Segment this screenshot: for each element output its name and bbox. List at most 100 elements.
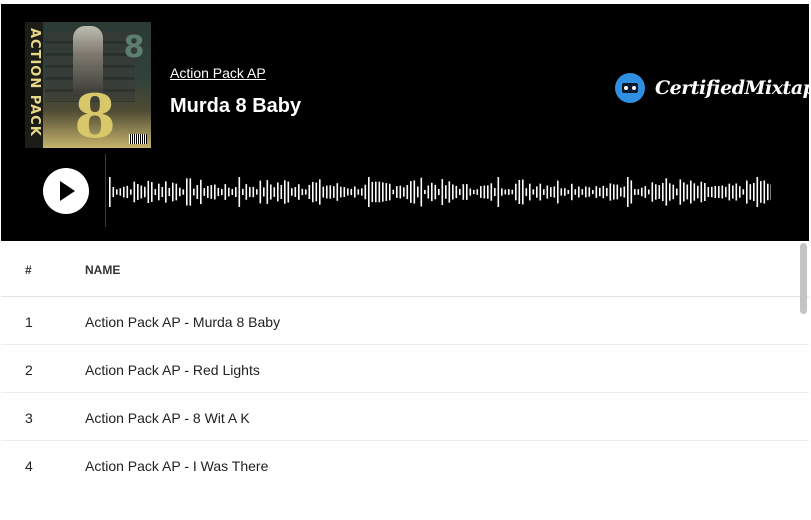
waveform-bar [515,183,517,201]
track-name: Action Pack AP - 8 Wit A K [85,410,250,426]
album-cover[interactable]: ACTION PACK 8 8 [25,22,151,148]
waveform-bar [466,184,468,200]
waveform-bar [522,179,524,205]
waveform-bar [364,184,367,200]
waveform-bar [707,187,710,197]
waveform-bar [175,183,178,201]
waveform-bar [207,186,209,198]
waveform-bar [613,184,615,200]
track-name: Action Pack AP - Murda 8 Baby [85,314,281,330]
waveform-bar [690,180,692,204]
waveform-bar [448,181,451,203]
waveform-bar [574,189,577,195]
waveform-bar [203,188,206,196]
waveform-bar [319,179,321,205]
waveform-bar [322,186,325,198]
waveform-bar [634,189,636,195]
waveform-bar [497,177,500,207]
waveform-bar [560,188,563,196]
tracklist-header: # NAME [1,241,809,297]
waveform-bar [476,189,479,195]
table-row[interactable]: 3 Action Pack AP - 8 Wit A K [1,393,809,441]
waveform-bar [231,188,234,195]
waveform-bar [711,186,713,198]
waveform-bar [543,189,545,195]
waveform-bar [151,182,153,202]
cover-number-mark: 8 [123,30,145,65]
waveform-bar [329,185,332,199]
waveform-bar [126,185,129,199]
waveform-bar [350,188,353,196]
track-number: 4 [25,458,33,474]
cassette-logo-icon [615,73,645,103]
waveform-bar [140,185,143,199]
track-name: Action Pack AP - I Was There [85,458,269,474]
waveform-bar [504,189,507,195]
divider [105,154,106,227]
waveform-bar [539,183,542,201]
waveform-bar [630,180,633,204]
artist-link[interactable]: Action Pack AP [170,65,266,81]
waveform-bar [735,183,738,201]
waveform-bar [490,183,493,201]
waveform-bar [249,187,251,197]
waveform-bar [340,186,342,198]
waveform-bar [221,188,223,196]
waveform-bar [165,181,167,203]
waveform-bar [298,184,300,200]
waveform-bar [434,184,437,200]
waveform-bar [217,187,220,197]
waveform-bar [238,177,241,207]
waveform-bar [158,183,160,201]
waveform-bar [427,185,430,199]
waveform-bar [763,180,766,204]
brand[interactable]: CertifiedMixtapes [615,72,809,104]
waveform-bar [291,188,293,196]
table-row[interactable]: 1 Action Pack AP - Murda 8 Baby [1,297,809,345]
waveform-bar [116,189,118,195]
waveform[interactable] [109,174,771,210]
waveform-bar [749,184,752,200]
waveform-bar [508,189,510,195]
table-row[interactable]: 2 Action Pack AP - Red Lights [1,345,809,393]
waveform-bar [336,183,339,201]
waveform-bar [396,186,398,198]
waveform-bar [242,188,244,195]
waveform-bar [672,184,675,200]
scrollbar[interactable] [800,243,807,314]
waveform-bar [357,189,360,195]
waveform-bar [452,184,454,200]
waveform-bar [627,177,629,207]
waveform-bar [742,189,745,195]
column-header-number: # [25,263,32,277]
waveform-bar [655,184,657,200]
waveform-bar [441,179,444,205]
waveform-bar [585,186,587,198]
waveform-bar [637,189,640,195]
waveform-bar [686,184,689,200]
waveform-bar [270,184,272,200]
waveform-bar [665,178,668,206]
waveform-bar [389,183,391,201]
waveform-bar [718,186,720,198]
track-number: 1 [25,314,33,330]
waveform-bar [392,189,395,195]
play-button[interactable] [43,168,89,214]
waveform-bar [354,186,356,198]
barcode-icon [129,134,147,144]
table-row[interactable]: 4 Action Pack AP - I Was There [1,441,809,488]
waveform-bar [693,183,696,201]
waveform-bar [609,183,612,201]
waveform-bar [602,185,605,199]
waveform-bar [420,177,423,207]
waveform-bar [130,189,132,195]
waveform-bar [567,190,570,194]
waveform-bar [182,189,185,195]
waveform-bar [256,189,258,195]
waveform-bar [480,186,482,198]
waveform-bar [112,187,115,197]
waveform-bar [385,183,388,201]
waveform-bar [154,189,157,195]
waveform-bar [214,184,216,200]
track-number: 2 [25,362,33,378]
